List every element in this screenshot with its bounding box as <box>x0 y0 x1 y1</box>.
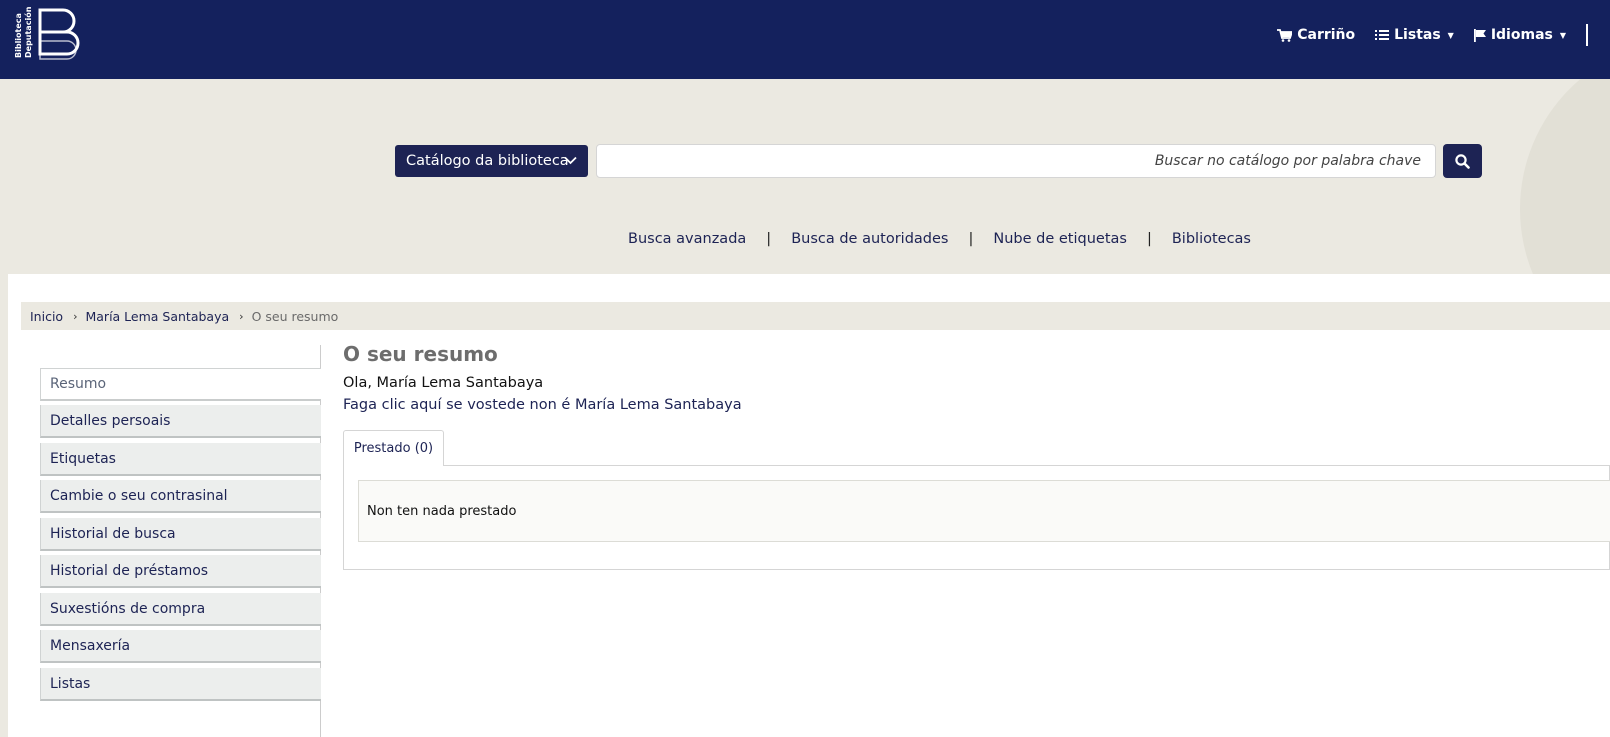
not-you-link[interactable]: Faga clic aquí se vostede non é María Le… <box>343 397 742 413</box>
link-separator: | <box>1146 231 1152 247</box>
link-separator: | <box>968 231 974 247</box>
chevron-down-icon <box>564 156 577 165</box>
breadcrumb-separator: › <box>239 309 244 323</box>
tab-panel: Non ten nada prestado <box>343 465 1610 570</box>
breadcrumb-current: O seu resumo <box>251 308 339 324</box>
link-separator: | <box>766 231 772 247</box>
caret-down-icon: ▼ <box>1447 30 1454 40</box>
page-title: O seu resumo <box>343 342 498 366</box>
sidebar-item-search-history[interactable]: Historial de busca <box>40 518 321 551</box>
sidebar-item-summary[interactable]: Resumo <box>40 368 321 401</box>
checkouts-tabs: Prestado (0) Non ten nada prestado <box>343 430 1610 570</box>
sidebar-item-personal-details[interactable]: Detalles persoais <box>40 405 321 438</box>
breadcrumb-separator: › <box>73 309 78 323</box>
search-input[interactable] <box>596 144 1436 178</box>
catalog-select[interactable]: Catálogo da biblioteca <box>395 145 588 177</box>
catalog-select-label: Catálogo da biblioteca <box>406 153 569 169</box>
search-icon <box>1455 153 1470 169</box>
caret-down-icon: ▼ <box>1559 30 1566 40</box>
sidebar-item-purchase-suggestions[interactable]: Suxestións de compra <box>40 593 321 626</box>
sidebar-item-change-password[interactable]: Cambie o seu contrasinal <box>40 480 321 513</box>
greeting-text: Ola, María Lema Santabaya <box>343 375 544 391</box>
lists-dropdown[interactable]: Listas ▼ <box>1375 27 1454 43</box>
tab-checked-out[interactable]: Prestado (0) <box>343 430 444 466</box>
empty-checkouts-message: Non ten nada prestado <box>358 480 1610 542</box>
search-area: Catálogo da biblioteca Busca avanzada | … <box>0 79 1610 274</box>
top-menu: Carriño Listas ▼ Idiomas ▼ <box>1277 24 1588 46</box>
languages-label: Idiomas <box>1490 27 1553 43</box>
decorative-circle <box>1520 79 1610 274</box>
search-button[interactable] <box>1443 144 1482 178</box>
advanced-search-link[interactable]: Busca avanzada <box>628 231 746 247</box>
logo-line1: Biblioteca <box>14 13 23 58</box>
library-logo[interactable]: Biblioteca Deputación <box>14 6 82 60</box>
cart-icon <box>1277 28 1293 42</box>
logo-line2: Deputación <box>24 6 33 58</box>
logo-text: Biblioteca Deputación <box>14 6 36 60</box>
breadcrumb-home[interactable]: Inicio <box>30 309 63 324</box>
sidebar-item-messaging[interactable]: Mensaxería <box>40 630 321 663</box>
lists-label: Listas <box>1394 27 1441 43</box>
user-sidebar: Resumo Detalles persoais Etiquetas Cambi… <box>40 345 321 737</box>
tag-cloud-link[interactable]: Nube de etiquetas <box>993 231 1127 247</box>
sidebar-item-lists[interactable]: Listas <box>40 668 321 701</box>
list-icon <box>1375 30 1390 40</box>
cart-label: Carriño <box>1297 27 1356 43</box>
cart-button[interactable]: Carriño <box>1277 27 1355 43</box>
top-navbar: Biblioteca Deputación Carriño Listas ▼ I… <box>0 0 1610 79</box>
breadcrumb: Inicio › María Lema Santabaya › O seu re… <box>21 302 1610 330</box>
menu-divider <box>1586 24 1588 46</box>
bb-logo-icon <box>38 8 80 60</box>
flag-icon <box>1473 28 1486 42</box>
languages-dropdown[interactable]: Idiomas ▼ <box>1473 27 1566 43</box>
breadcrumb-user[interactable]: María Lema Santabaya <box>85 309 229 324</box>
sidebar-item-loan-history[interactable]: Historial de préstamos <box>40 555 321 588</box>
libraries-link[interactable]: Bibliotecas <box>1172 231 1251 247</box>
main-panel: Inicio › María Lema Santabaya › O seu re… <box>8 274 1610 737</box>
sidebar-item-tags[interactable]: Etiquetas <box>40 443 321 476</box>
search-links: Busca avanzada | Busca de autoridades | … <box>628 231 1251 247</box>
authority-search-link[interactable]: Busca de autoridades <box>791 231 948 247</box>
